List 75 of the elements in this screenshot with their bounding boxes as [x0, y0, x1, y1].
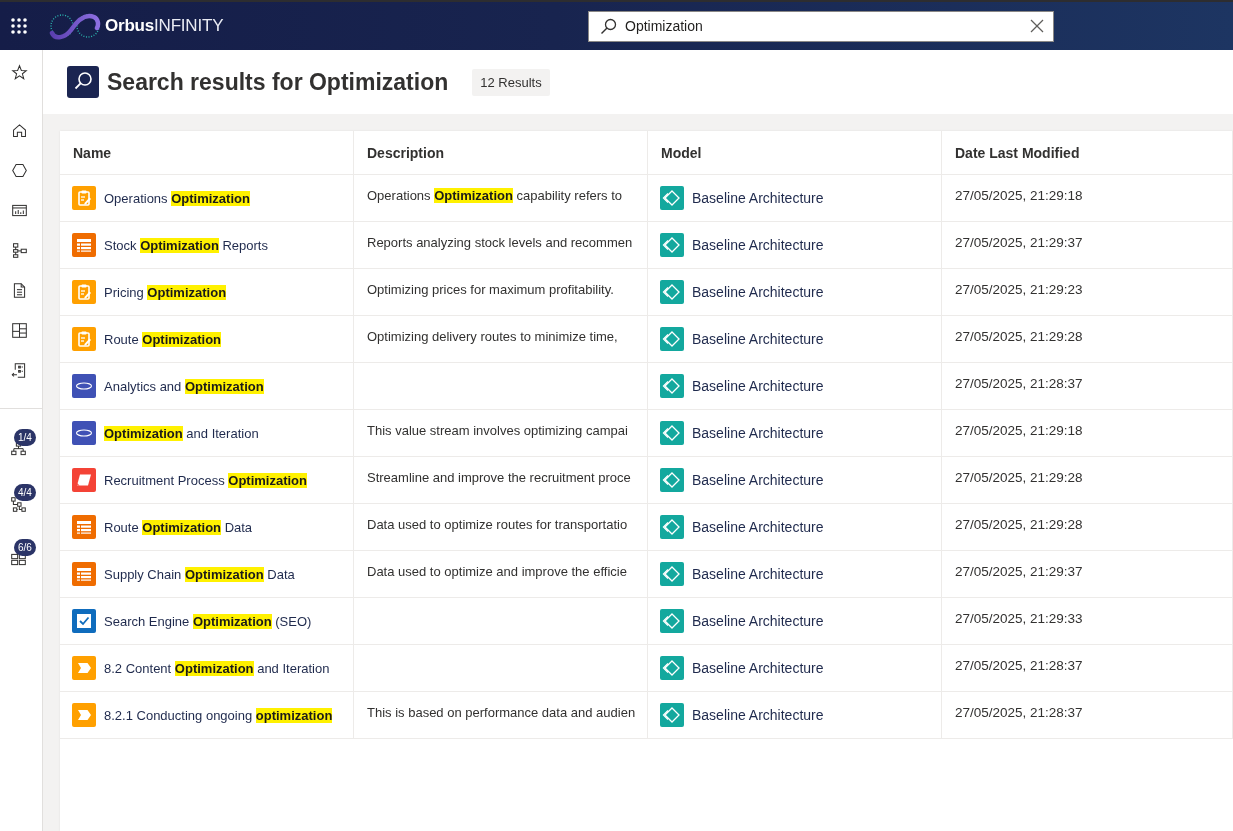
description-text: Reports analyzing stock levels and recommen [366, 234, 634, 252]
search-icon [67, 66, 99, 98]
table-list-icon [72, 515, 96, 539]
page-title: Search results for Optimization [107, 68, 449, 96]
column-header[interactable]: Name [60, 131, 354, 174]
description-text: This value stream involves optimizing campai [366, 422, 629, 440]
list-arrow-icon[interactable] [11, 361, 28, 379]
date-text: 27/05/2025, 21:29:28 [954, 516, 1084, 534]
date-text: 27/05/2025, 21:29:23 [954, 281, 1084, 299]
model-link[interactable]: Baseline Architecture [692, 331, 824, 347]
layout-grid-icon[interactable] [11, 321, 28, 339]
item-name-link[interactable]: 8.2 Content Optimization and Iteration [104, 660, 330, 676]
hexagon-icon[interactable] [11, 161, 28, 179]
item-name-link[interactable]: Recruitment Process Optimization [104, 472, 307, 488]
description-text: Operations Optimization capability refers to [366, 187, 624, 205]
model-link[interactable]: Baseline Architecture [692, 707, 824, 723]
logo-text: OrbusINFINITY [105, 16, 224, 36]
search-icon [600, 17, 617, 35]
date-text: 27/05/2025, 21:28:37 [954, 704, 1084, 722]
table-list-icon [72, 233, 96, 257]
description-text: This is based on performance data and audien [366, 704, 637, 722]
count-badge: 4/4 [14, 484, 36, 501]
clipboard-icon [72, 186, 96, 210]
model-link[interactable]: Baseline Architecture [692, 425, 824, 441]
table-list-icon [72, 562, 96, 586]
infinity-logo-icon [49, 11, 101, 41]
home-icon[interactable] [11, 121, 28, 139]
hierarchy-icon[interactable] [11, 241, 28, 259]
count-badge: 1/4 [14, 429, 36, 446]
date-text: 27/05/2025, 21:28:37 [954, 375, 1084, 393]
model-link[interactable]: Baseline Architecture [692, 519, 824, 535]
model-link[interactable]: Baseline Architecture [692, 660, 824, 676]
date-text: 27/05/2025, 21:29:33 [954, 610, 1084, 628]
stacked-boxes-icon[interactable] [10, 551, 27, 568]
count-badge: 6/6 [14, 539, 36, 556]
date-text: 27/05/2025, 21:29:28 [954, 469, 1084, 487]
network-icon[interactable] [10, 496, 27, 513]
search-field[interactable]: Optimization [588, 10, 1054, 42]
result-count-badge: 12 Results [472, 68, 550, 96]
close-icon[interactable] [1030, 19, 1044, 33]
model-link[interactable]: Baseline Architecture [692, 472, 824, 488]
date-text: 27/05/2025, 21:29:18 [954, 422, 1084, 440]
column-header[interactable]: Description [354, 131, 648, 174]
item-name-link[interactable]: Supply Chain Optimization Data [104, 566, 295, 582]
date-text: 27/05/2025, 21:29:37 [954, 234, 1084, 252]
date-text: 27/05/2025, 21:28:37 [954, 657, 1084, 675]
chevron-icon [72, 703, 96, 727]
model-link[interactable]: Baseline Architecture [692, 237, 824, 253]
parallelogram-icon [72, 468, 96, 492]
model-link[interactable]: Baseline Architecture [692, 378, 824, 394]
description-text: Data used to optimize routes for transportatio [366, 516, 629, 534]
model-link[interactable]: Baseline Architecture [692, 284, 824, 300]
column-header[interactable]: Date Last Modified [942, 131, 1233, 174]
description-text: Optimizing delivery routes to minimize time, [366, 328, 619, 346]
item-name-link[interactable]: Search Engine Optimization (SEO) [104, 613, 312, 629]
item-name-link[interactable]: 8.2.1 Conducting ongoing optimization [104, 707, 333, 723]
document-icon[interactable] [11, 281, 28, 299]
column-header[interactable]: Model [648, 131, 942, 174]
description-text: Data used to optimize and improve the efficie [366, 563, 628, 581]
model-link[interactable]: Baseline Architecture [692, 190, 824, 206]
checkbox-icon [72, 609, 96, 633]
date-text: 27/05/2025, 21:29:37 [954, 563, 1084, 581]
star-icon[interactable] [11, 63, 28, 81]
chevron-icon [72, 656, 96, 680]
app-launcher-icon[interactable] [10, 17, 28, 35]
description-text: Streamline and improve the recruitment proce [366, 469, 632, 487]
clipboard-icon [72, 280, 96, 304]
date-text: 27/05/2025, 21:29:28 [954, 328, 1084, 346]
clipboard-icon [72, 327, 96, 351]
model-link[interactable]: Baseline Architecture [692, 566, 824, 582]
model-link[interactable]: Baseline Architecture [692, 613, 824, 629]
search-input[interactable]: Optimization [625, 18, 1022, 34]
item-name-link[interactable]: Stock Optimization Reports [104, 237, 268, 253]
date-text: 27/05/2025, 21:29:18 [954, 187, 1084, 205]
description-text: Optimizing prices for maximum profitability. [366, 281, 615, 299]
